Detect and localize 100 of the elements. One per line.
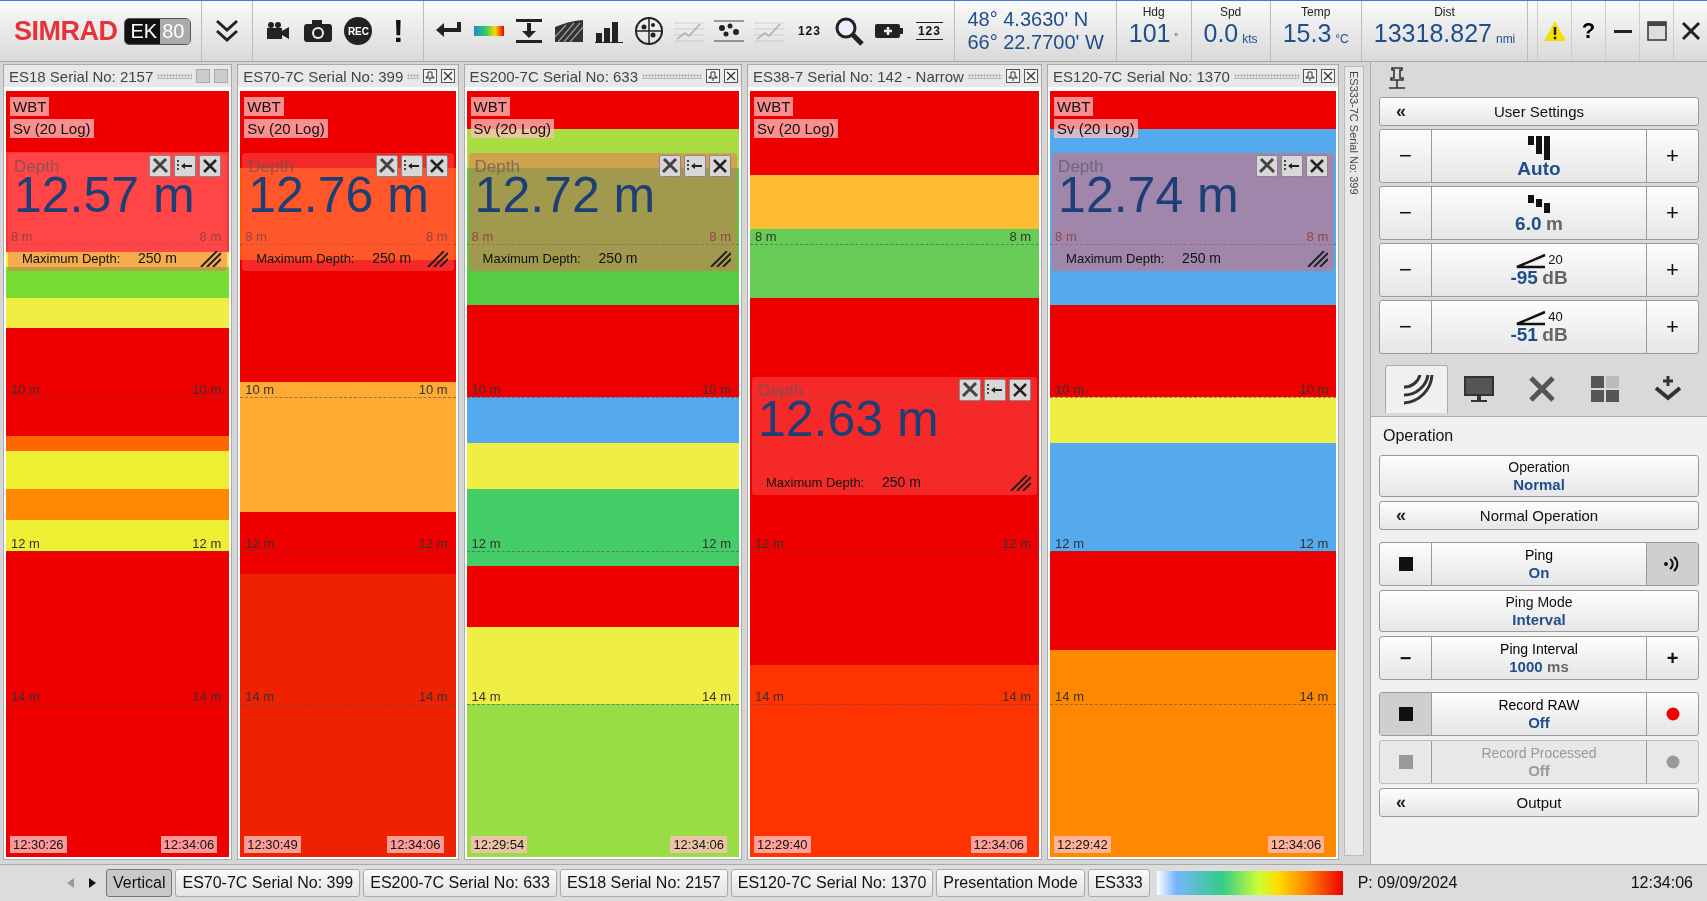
depth-tick-label: 14 m [1055, 688, 1084, 704]
start-time: 12:30:49 [244, 836, 301, 853]
stop-icon [1398, 557, 1413, 571]
close-button[interactable] [1009, 379, 1032, 401]
setting-value: Auto [1517, 157, 1561, 179]
depth-tick-label: 14 m [471, 688, 501, 704]
side-tab[interactable]: ES333-7C Serial No: 399 [1344, 66, 1364, 856]
pin-button[interactable] [422, 69, 437, 83]
transmit-button[interactable] [1646, 543, 1698, 585]
max-depth-value: 250 m [1182, 250, 1222, 266]
depth-tick-label: 10 m [192, 382, 222, 398]
decrease-button[interactable]: − [1380, 187, 1432, 239]
decrease-button[interactable]: − [1380, 130, 1432, 182]
expand-button[interactable]: « Normal Operation [1379, 501, 1699, 530]
increase-button[interactable]: + [1646, 637, 1698, 679]
view-tab[interactable]: ES200-7C Serial No: 633 [363, 869, 557, 897]
echogram-label: WBT [1054, 97, 1094, 116]
decrease-button[interactable]: − [1380, 637, 1432, 679]
close-button[interactable] [1321, 69, 1336, 83]
exponent-label: 40 [1548, 309, 1563, 323]
close-button[interactable] [440, 69, 455, 83]
expand-button[interactable]: « Output [1379, 788, 1699, 817]
close-button[interactable] [425, 155, 448, 177]
close-button[interactable] [724, 69, 738, 83]
video-camera-icon[interactable] [265, 21, 292, 41]
battery-icon[interactable] [874, 21, 905, 41]
option-button[interactable]: Operation Normal [1379, 455, 1699, 497]
increase-button[interactable]: + [1646, 301, 1698, 353]
view-tab[interactable]: ES333 [1087, 869, 1150, 897]
increase-button[interactable]: + [1646, 130, 1698, 182]
close-icon [1308, 157, 1327, 175]
view-tab[interactable]: ES70-7C Serial No: 399 [175, 869, 361, 897]
depth-tick-label: 10 m [702, 382, 731, 398]
numbered-list-button[interactable]: 123 [792, 14, 827, 48]
end-time: 12:34:06 [1267, 836, 1325, 853]
pin-button[interactable] [1303, 69, 1318, 83]
scatter-dots-icon[interactable] [714, 19, 745, 43]
view-tab[interactable]: ES18 Serial No: 2157 [559, 869, 728, 897]
dock-button[interactable] [174, 155, 197, 177]
camera-icon[interactable] [303, 19, 334, 43]
close-icon [726, 71, 736, 81]
depth-tick-label: 14 m [192, 688, 222, 704]
depth-tick-label: 10 m [1299, 382, 1329, 398]
view-tab[interactable]: Presentation Mode [936, 869, 1085, 897]
depth-tick-label: 10 m [1055, 382, 1084, 398]
depth-tick-label: 8 m [425, 229, 448, 245]
alert-button[interactable]: ! [381, 14, 416, 48]
dock-button[interactable] [984, 379, 1007, 401]
close-button[interactable] [709, 155, 731, 177]
start-time: 12:29:42 [1054, 836, 1111, 853]
bar-chart-icon[interactable] [595, 19, 624, 43]
close-icon [711, 157, 729, 175]
stop-button[interactable] [1380, 693, 1432, 735]
slope-icon [1515, 252, 1548, 269]
pin-button[interactable] [706, 69, 720, 83]
increase-button[interactable]: + [1646, 187, 1698, 239]
help-button[interactable]: ? [1571, 1, 1605, 61]
panel-tab[interactable] [1385, 365, 1448, 413]
slope-icon [1515, 309, 1548, 326]
echogram-label: Sv (20 Log) [244, 119, 328, 138]
depth-label: Depth [758, 381, 804, 400]
search-icon[interactable] [834, 16, 865, 46]
start-time: 12:29:54 [470, 836, 528, 853]
double-chevron-icon[interactable] [214, 18, 241, 44]
increase-button[interactable]: + [1646, 244, 1698, 296]
setting-value: -51 [1510, 323, 1538, 345]
depth-tick-label: 8 m [1009, 229, 1032, 245]
target-icon[interactable] [634, 16, 665, 46]
dock-button[interactable] [1281, 155, 1304, 177]
depth-tick-label: 8 m [755, 229, 777, 245]
hatched-area-icon[interactable] [554, 19, 585, 43]
decrease-button[interactable]: − [1380, 301, 1432, 353]
panel-title: ES70-7C Serial No: 399 [243, 67, 404, 85]
dock-button[interactable] [400, 155, 423, 177]
close-button[interactable] [1024, 69, 1039, 83]
latitude-text: 48° 4.3630' N [967, 8, 1090, 31]
option-button[interactable]: Ping Mode Interval [1379, 590, 1699, 632]
pin-button[interactable] [1006, 69, 1021, 83]
close-button[interactable] [199, 155, 222, 177]
close-icon [1011, 381, 1030, 399]
ping-date: P: 09/09/2024 [1357, 874, 1458, 892]
hatched-corner-icon [709, 251, 731, 267]
panel-title: ES38-7 Serial No: 142 - Narrow [753, 67, 964, 85]
numeric-display-button[interactable]: 123 [912, 14, 947, 48]
download-icon[interactable] [515, 18, 544, 44]
view-tab[interactable]: ES120-7C Serial No: 1370 [730, 869, 934, 897]
max-depth-value: 250 m [138, 250, 177, 266]
control-value: Off [1528, 762, 1550, 779]
close-icon [201, 157, 220, 175]
decrease-button[interactable]: − [1380, 244, 1432, 296]
readout-value: 15.3 [1282, 19, 1332, 48]
readout-unit: kts [1242, 32, 1258, 46]
minimize-icon [1613, 29, 1632, 33]
readout-label: Hdg [1142, 5, 1165, 19]
record-dot-icon [1665, 707, 1680, 721]
dock-button[interactable] [684, 155, 706, 177]
view-tab[interactable]: Vertical [106, 869, 173, 897]
user-settings-button[interactable]: « User Settings [1379, 97, 1699, 126]
color-bar-icon[interactable] [474, 26, 505, 36]
close-button[interactable] [1306, 155, 1329, 177]
